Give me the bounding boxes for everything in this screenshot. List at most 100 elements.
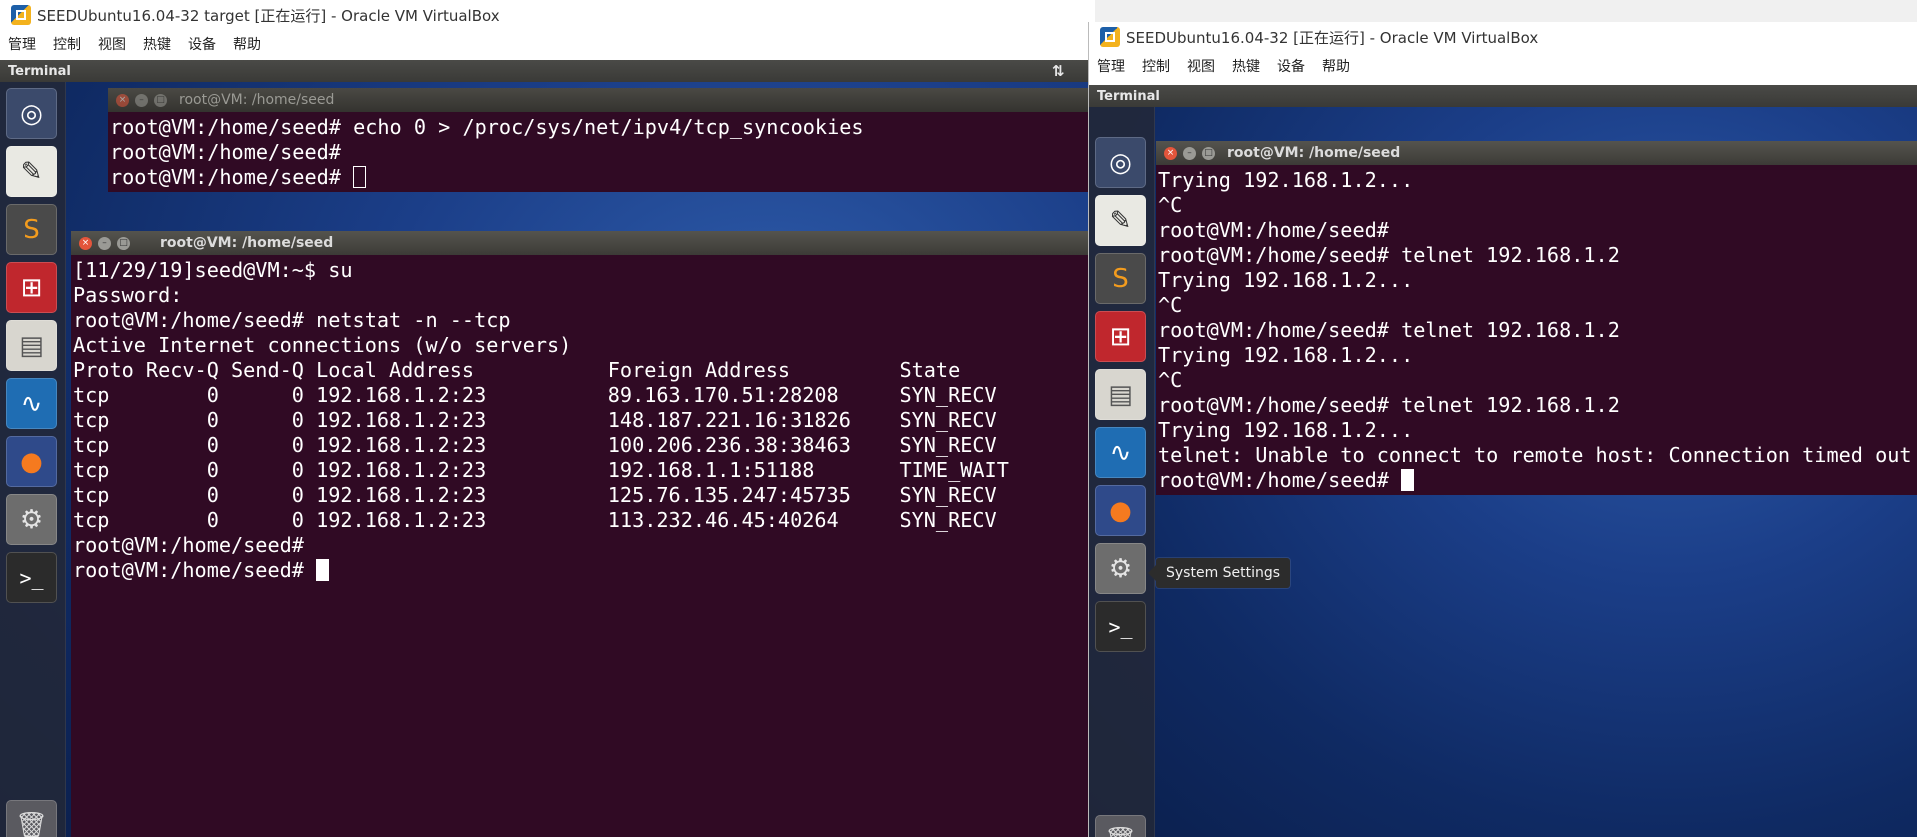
terminal-line: tcp 0 0 192.168.1.2:23 125.76.135.247:45… bbox=[73, 483, 1095, 508]
network-tool-icon[interactable]: ⊞ bbox=[1095, 311, 1146, 362]
menu-item-control[interactable]: 控制 bbox=[53, 34, 81, 54]
terminal-line-text: tcp 0 0 192.168.1.2:23 100.206.236.38:38… bbox=[73, 433, 997, 457]
terminal-line-text: tcp 0 0 192.168.1.2:23 89.163.170.51:282… bbox=[73, 383, 997, 407]
network-tool-icon[interactable]: ⊞ bbox=[6, 262, 57, 313]
terminal-line: root@VM:/home/seed# telnet 192.168.1.2 bbox=[1158, 318, 1917, 343]
terminal-line: telnet: Unable to connect to remote host… bbox=[1158, 443, 1917, 468]
terminal-line: tcp 0 0 192.168.1.2:23 100.206.236.38:38… bbox=[73, 433, 1095, 458]
ubuntu-dash-icon[interactable]: ◎ bbox=[6, 88, 57, 139]
terminal-window-right[interactable]: × – □ root@VM: /home/seed Trying 192.168… bbox=[1156, 141, 1917, 495]
terminal-line: [11/29/19]seed@VM:~$ su bbox=[73, 258, 1095, 283]
file-manager-icon[interactable]: ▤ bbox=[1095, 369, 1146, 420]
terminal-line-text: tcp 0 0 192.168.1.2:23 125.76.135.247:45… bbox=[73, 483, 997, 507]
menu-item-manage[interactable]: 管理 bbox=[1097, 56, 1125, 76]
wireshark-icon[interactable]: ∿ bbox=[6, 378, 57, 429]
virtualbox-icon bbox=[11, 5, 31, 25]
terminal-line-text: Trying 192.168.1.2... bbox=[1158, 418, 1414, 442]
left-vm-window[interactable]: SEEDUbuntu16.04-32 target [正在运行] - Oracl… bbox=[0, 0, 1095, 837]
unity-top-bar: Terminal ⇅ bbox=[0, 60, 1095, 82]
terminal-line: tcp 0 0 192.168.1.2:23 148.187.221.16:31… bbox=[73, 408, 1095, 433]
minimize-button[interactable]: – bbox=[1183, 146, 1196, 160]
terminal-line: tcp 0 0 192.168.1.2:23 89.163.170.51:282… bbox=[73, 383, 1095, 408]
terminal-line-text: root@VM:/home/seed# bbox=[110, 140, 354, 164]
close-button[interactable]: × bbox=[79, 236, 92, 250]
terminal-line: Trying 192.168.1.2... bbox=[1158, 343, 1917, 368]
terminal-window-main[interactable]: × – □ root@VM: /home/seed [11/29/19]seed… bbox=[71, 231, 1095, 837]
maximize-button[interactable]: □ bbox=[117, 236, 130, 250]
text-editor-icon[interactable]: ✎ bbox=[6, 146, 57, 197]
left-desktop: ◎ ✎ S ⊞ ▤ ∿ ● ⚙ >_ 🗑 × – □ root@VM: /home/seed ro… bbox=[0, 82, 1095, 837]
system-settings-icon[interactable]: ⚙ bbox=[6, 494, 57, 545]
maximize-button[interactable]: □ bbox=[1202, 146, 1215, 160]
terminal-line-text: Active Internet connections (w/o servers… bbox=[73, 333, 572, 357]
terminal-line: ^C bbox=[1158, 293, 1917, 318]
system-settings-icon[interactable]: ⚙ bbox=[1095, 543, 1146, 594]
terminal-line-text: Trying 192.168.1.2... bbox=[1158, 343, 1414, 367]
terminal-line-text: tcp 0 0 192.168.1.2:23 113.232.46.45:402… bbox=[73, 508, 997, 532]
close-button[interactable]: × bbox=[116, 93, 129, 107]
sort-indicator-icon[interactable]: ⇅ bbox=[1052, 62, 1065, 80]
menu-item-view[interactable]: 视图 bbox=[1187, 56, 1215, 76]
terminal-line: Trying 192.168.1.2... bbox=[1158, 168, 1917, 193]
terminal-line-text: root@VM:/home/seed# bbox=[1158, 218, 1402, 242]
sublime-text-icon[interactable]: S bbox=[6, 204, 57, 255]
ubuntu-dash-icon[interactable]: ◎ bbox=[1095, 137, 1146, 188]
terminal-titlebar[interactable]: × – □ root@VM: /home/seed bbox=[108, 88, 1095, 112]
terminal-line: root@VM:/home/seed# netstat -n --tcp bbox=[73, 308, 1095, 333]
file-manager-icon[interactable]: ▤ bbox=[6, 320, 57, 371]
menu-item-help[interactable]: 帮助 bbox=[233, 34, 261, 54]
firefox-icon[interactable]: ● bbox=[6, 436, 57, 487]
terminal-titlebar[interactable]: × – □ root@VM: /home/seed bbox=[1156, 141, 1917, 165]
terminal-line: ^C bbox=[1158, 193, 1917, 218]
terminal-line: root@VM:/home/seed# telnet 192.168.1.2 bbox=[1158, 393, 1917, 418]
menu-item-control[interactable]: 控制 bbox=[1142, 56, 1170, 76]
text-cursor bbox=[316, 559, 330, 581]
left-launcher: ◎ ✎ S ⊞ ▤ ∿ ● ⚙ >_ 🗑 bbox=[0, 82, 66, 837]
right-vm-menubar: 管理 控制 视图 热键 设备 帮助 bbox=[1089, 52, 1917, 80]
terminal-title: root@VM: /home/seed bbox=[1227, 145, 1401, 161]
wireshark-icon[interactable]: ∿ bbox=[1095, 427, 1146, 478]
menu-item-devices[interactable]: 设备 bbox=[1277, 56, 1305, 76]
terminal-line-text: ^C bbox=[1158, 193, 1183, 217]
trash-icon[interactable]: 🗑 bbox=[1095, 815, 1146, 837]
minimize-button[interactable]: – bbox=[135, 93, 148, 107]
terminal-line-text: Trying 192.168.1.2... bbox=[1158, 268, 1414, 292]
menu-item-hotkeys[interactable]: 热键 bbox=[143, 34, 171, 54]
terminal-line-text: root@VM:/home/seed# telnet 192.168.1.2 bbox=[1158, 318, 1620, 342]
right-vm-titlebar[interactable]: SEEDUbuntu16.04-32 [正在运行] - Oracle VM Vi… bbox=[1089, 22, 1917, 52]
minimize-button[interactable]: – bbox=[98, 236, 111, 250]
terminal-output[interactable]: [11/29/19]seed@VM:~$ su Password: root@VM:… bbox=[73, 255, 1095, 837]
terminal-icon[interactable]: >_ bbox=[1095, 601, 1146, 652]
text-editor-icon[interactable]: ✎ bbox=[1095, 195, 1146, 246]
menu-item-manage[interactable]: 管理 bbox=[8, 34, 36, 54]
terminal-output[interactable]: root@VM:/home/seed# echo 0 > /proc/sys/n… bbox=[110, 112, 1095, 192]
terminal-titlebar[interactable]: × – □ root@VM: /home/seed bbox=[71, 231, 1095, 255]
terminal-line: root@VM:/home/seed# echo 0 > /proc/sys/n… bbox=[110, 115, 1095, 140]
trash-icon[interactable]: 🗑 bbox=[6, 800, 57, 837]
virtualbox-icon bbox=[1100, 27, 1120, 47]
terminal-window-top[interactable]: × – □ root@VM: /home/seed root@VM:/home/… bbox=[108, 88, 1095, 192]
firefox-icon[interactable]: ● bbox=[1095, 485, 1146, 536]
right-launcher: ◎ ✎ S ⊞ ▤ ∿ ● ⚙ >_ 🗑 bbox=[1089, 107, 1155, 837]
menu-item-view[interactable]: 视图 bbox=[98, 34, 126, 54]
terminal-line-text: root@VM:/home/seed# bbox=[73, 558, 317, 582]
terminal-output[interactable]: Trying 192.168.1.2... ^C root@VM:/home/see… bbox=[1158, 165, 1917, 495]
terminal-line-text: root@VM:/home/seed# telnet 192.168.1.2 bbox=[1158, 243, 1620, 267]
maximize-button[interactable]: □ bbox=[154, 93, 167, 107]
terminal-line: root@VM:/home/seed# telnet 192.168.1.2 bbox=[1158, 243, 1917, 268]
menu-item-devices[interactable]: 设备 bbox=[188, 34, 216, 54]
menu-item-hotkeys[interactable]: 热键 bbox=[1232, 56, 1260, 76]
terminal-icon[interactable]: >_ bbox=[6, 552, 57, 603]
terminal-line: tcp 0 0 192.168.1.2:23 192.168.1.1:51188… bbox=[73, 458, 1095, 483]
terminal-line-text: root@VM:/home/seed# telnet 192.168.1.2 bbox=[1158, 393, 1620, 417]
left-vm-menubar: 管理 控制 视图 热键 设备 帮助 bbox=[0, 30, 1095, 58]
close-button[interactable]: × bbox=[1164, 146, 1177, 160]
terminal-line-text: ^C bbox=[1158, 368, 1183, 392]
terminal-line: root@VM:/home/seed# bbox=[110, 140, 1095, 165]
sublime-text-icon[interactable]: S bbox=[1095, 253, 1146, 304]
text-cursor bbox=[353, 166, 367, 188]
left-vm-titlebar[interactable]: SEEDUbuntu16.04-32 target [正在运行] - Oracl… bbox=[0, 0, 1095, 30]
right-vm-window[interactable]: SEEDUbuntu16.04-32 [正在运行] - Oracle VM Vi… bbox=[1088, 22, 1917, 837]
text-cursor bbox=[1401, 469, 1415, 491]
menu-item-help[interactable]: 帮助 bbox=[1322, 56, 1350, 76]
